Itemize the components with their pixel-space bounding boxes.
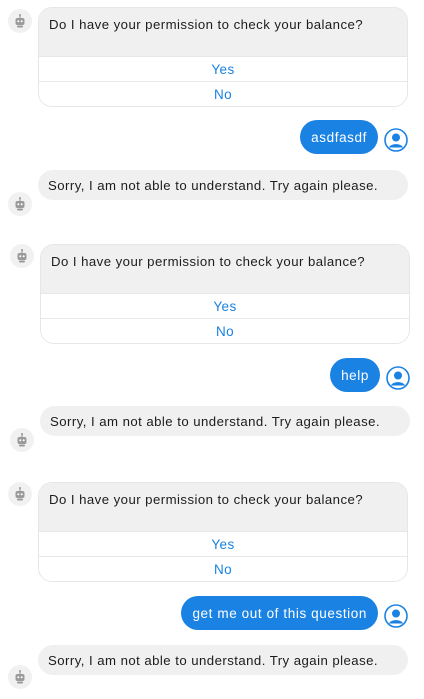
user-message: asdfasdf <box>300 120 378 154</box>
bot-avatar-icon <box>10 244 34 268</box>
bot-avatar-icon <box>8 9 32 33</box>
robot-icon <box>15 197 25 211</box>
robot-icon <box>17 433 27 447</box>
yes-button[interactable]: Yes <box>39 531 407 556</box>
chat-transcript[interactable]: Do I have your permission to check your … <box>0 0 424 699</box>
user-avatar-icon <box>384 604 408 628</box>
bot-message: Sorry, I am not able to understand. Try … <box>38 645 408 675</box>
card-question: Do I have your permission to check your … <box>39 8 407 56</box>
card-question: Do I have your permission to check your … <box>41 245 409 293</box>
yes-button[interactable]: Yes <box>41 293 409 318</box>
yes-button[interactable]: Yes <box>39 56 407 81</box>
no-button[interactable]: No <box>41 318 409 343</box>
robot-icon <box>15 487 25 501</box>
no-button[interactable]: No <box>39 556 407 581</box>
bot-message: Sorry, I am not able to understand. Try … <box>40 406 410 436</box>
user-message: help <box>330 358 380 392</box>
user-message: get me out of this question <box>181 596 378 630</box>
bot-avatar-icon <box>10 428 34 452</box>
robot-icon <box>15 14 25 28</box>
robot-icon <box>17 249 27 263</box>
bot-avatar-icon <box>8 482 32 506</box>
robot-icon <box>15 670 25 684</box>
user-avatar-icon <box>386 366 410 390</box>
bot-avatar-icon <box>8 192 32 216</box>
bot-avatar-icon <box>8 665 32 689</box>
no-button[interactable]: No <box>39 81 407 106</box>
permission-card: Do I have your permission to check your … <box>38 7 408 107</box>
bot-message: Sorry, I am not able to understand. Try … <box>38 170 408 200</box>
permission-card: Do I have your permission to check your … <box>38 482 408 582</box>
card-question: Do I have your permission to check your … <box>39 483 407 531</box>
user-avatar-icon <box>384 128 408 152</box>
permission-card: Do I have your permission to check your … <box>40 244 410 344</box>
